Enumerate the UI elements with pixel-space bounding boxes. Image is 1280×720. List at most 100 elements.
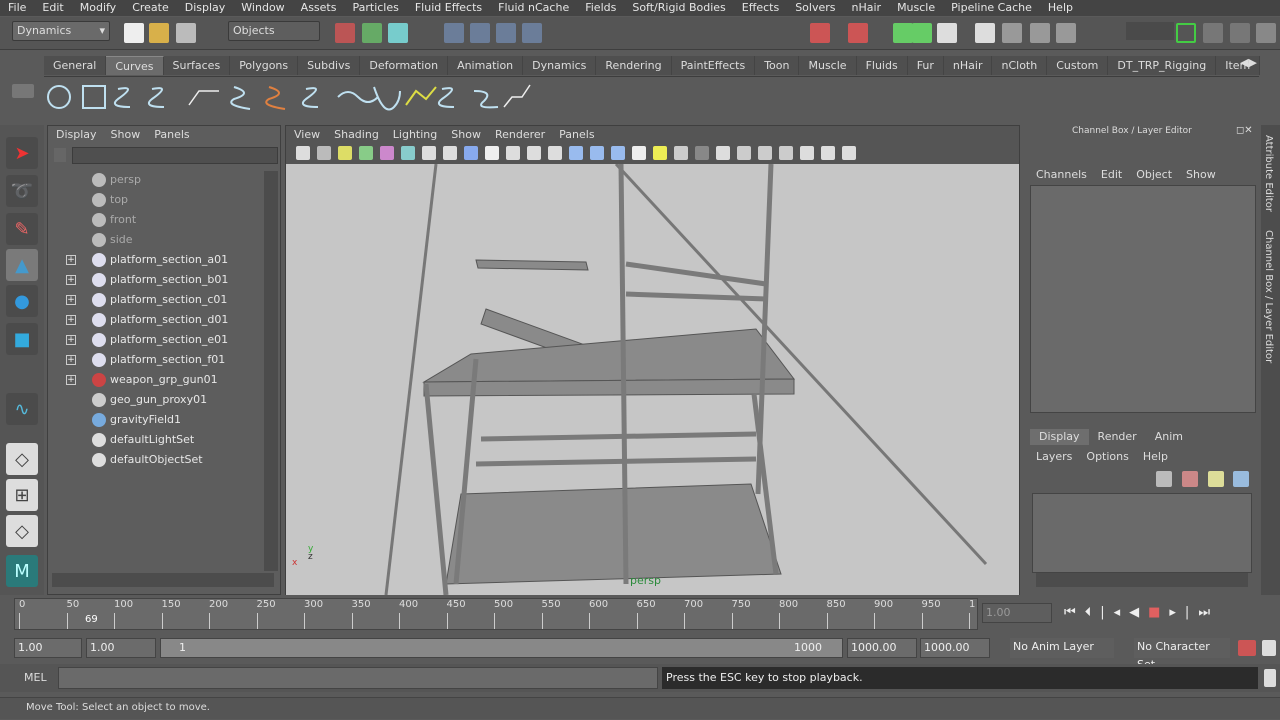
menu-options[interactable]: Options xyxy=(1086,448,1128,466)
curve-tools-icons[interactable] xyxy=(44,77,544,117)
menu-edit[interactable]: Edit xyxy=(34,0,71,16)
new-scene-icon[interactable] xyxy=(124,23,144,43)
menu-set-dropdown[interactable]: Dynamics ▾ xyxy=(12,21,110,41)
viewport-tool-icon[interactable] xyxy=(716,146,730,160)
viewport-tool-icon[interactable] xyxy=(569,146,583,160)
outliner-horizontal-scrollbar[interactable] xyxy=(52,573,274,587)
outliner-item[interactable]: + platform_section_e01 xyxy=(48,330,263,350)
tool-settings-icon[interactable] xyxy=(1230,23,1250,43)
snap-surface-icon[interactable] xyxy=(522,23,542,43)
magnet-icon[interactable] xyxy=(848,23,868,43)
outliner-item[interactable]: defaultLightSet xyxy=(48,430,263,450)
menu-help[interactable]: Help xyxy=(1143,448,1168,466)
viewport-tool-icon[interactable] xyxy=(296,146,310,160)
menu-object[interactable]: Object xyxy=(1136,166,1172,184)
last-tool-icon[interactable]: ∿ xyxy=(6,393,38,425)
range-slider[interactable]: 1 1000 xyxy=(160,638,843,658)
shelf-tab-muscle[interactable]: Muscle xyxy=(799,56,857,75)
selection-mode-field[interactable]: Objects xyxy=(228,21,320,41)
shelf-menu-icon[interactable] xyxy=(12,84,34,98)
viewport-tool-icon[interactable] xyxy=(695,146,709,160)
save-scene-icon[interactable] xyxy=(176,23,196,43)
paint-select-tool-icon[interactable]: ✎ xyxy=(6,213,38,245)
viewport-tool-icon[interactable] xyxy=(317,146,331,160)
outliner-item[interactable]: top xyxy=(48,190,263,210)
shelf-tab-fluids[interactable]: Fluids xyxy=(857,56,908,75)
select-hierarchy-icon[interactable] xyxy=(335,23,355,43)
menu-muscle[interactable]: Muscle xyxy=(889,0,943,16)
menu-particles[interactable]: Particles xyxy=(344,0,406,16)
expand-icon[interactable]: + xyxy=(66,295,76,305)
outliner-item[interactable]: geo_gun_proxy01 xyxy=(48,390,263,410)
viewport-tool-icon[interactable] xyxy=(506,146,520,160)
magnet-icon[interactable] xyxy=(810,23,830,43)
viewport-tool-icon[interactable] xyxy=(464,146,478,160)
outliner-item[interactable]: + platform_section_c01 xyxy=(48,290,263,310)
menu-shading[interactable]: Shading xyxy=(334,126,379,144)
attribute-editor-tab[interactable]: Attribute Editor xyxy=(1263,135,1274,212)
command-language-label[interactable]: MEL xyxy=(24,671,47,684)
viewport-tool-icon[interactable] xyxy=(359,146,373,160)
shelf-scroll-icon[interactable]: ◀▶ xyxy=(1240,56,1257,69)
viewport-tool-icon[interactable] xyxy=(758,146,772,160)
menu-effects[interactable]: Effects xyxy=(734,0,787,16)
shelf-tab-surfaces[interactable]: Surfaces xyxy=(164,56,231,75)
new-layer-selected-icon[interactable] xyxy=(1182,471,1198,487)
shelf-tab-toon[interactable]: Toon xyxy=(755,56,800,75)
menu-modify[interactable]: Modify xyxy=(72,0,124,16)
menu-pipeline-cache[interactable]: Pipeline Cache xyxy=(943,0,1040,16)
menu-layers[interactable]: Layers xyxy=(1036,448,1072,466)
playback-start-field[interactable]: 1.00 xyxy=(86,638,156,658)
select-tool-icon[interactable]: ➤ xyxy=(6,137,38,169)
command-input[interactable] xyxy=(58,667,658,689)
menu-panels[interactable]: Panels xyxy=(559,126,594,144)
render-icon[interactable] xyxy=(1002,23,1022,43)
layer-editor-scrollbar[interactable] xyxy=(1036,573,1248,587)
playback-end-field[interactable]: 1000.00 xyxy=(847,638,917,658)
snap-curve-icon[interactable] xyxy=(470,23,490,43)
menu-fluid-effects[interactable]: Fluid Effects xyxy=(407,0,490,16)
expand-icon[interactable]: + xyxy=(66,355,76,365)
shelf-tab-polygons[interactable]: Polygons xyxy=(230,56,299,75)
ipr-render-icon[interactable] xyxy=(1030,23,1050,43)
layer-tab-render[interactable]: Render xyxy=(1089,429,1146,445)
rotate-tool-icon[interactable]: ● xyxy=(6,285,38,317)
menu-nhair[interactable]: nHair xyxy=(844,0,890,16)
expand-icon[interactable]: + xyxy=(66,335,76,345)
channel-box-tab[interactable]: Channel Box / Layer Editor xyxy=(1263,230,1274,363)
viewport-tool-icon[interactable] xyxy=(485,146,499,160)
menu-panels[interactable]: Panels xyxy=(154,126,189,144)
shelf-tab-general[interactable]: General xyxy=(44,56,107,75)
menu-show[interactable]: Show xyxy=(111,126,141,144)
viewport-tool-icon[interactable] xyxy=(527,146,541,160)
start-time-field[interactable]: 1.00 xyxy=(14,638,82,658)
lasso-tool-icon[interactable]: ➰ xyxy=(6,175,38,207)
menu-show[interactable]: Show xyxy=(451,126,481,144)
outliner-item[interactable]: + weapon_grp_gun01 xyxy=(48,370,263,390)
layer-tab-display[interactable]: Display xyxy=(1030,429,1089,445)
open-scene-icon[interactable] xyxy=(149,23,169,43)
character-set-dropdown[interactable]: No Character Set xyxy=(1134,638,1230,671)
viewport-tool-icon[interactable] xyxy=(590,146,604,160)
outliner-item[interactable]: + platform_section_d01 xyxy=(48,310,263,330)
end-time-field[interactable]: 1000.00 xyxy=(920,638,990,658)
shelf-tab-curves[interactable]: Curves xyxy=(106,56,164,75)
quick-select-input[interactable] xyxy=(1126,22,1174,40)
playback-buttons[interactable]: ⏮⏴|◂◀■▸|⏭ xyxy=(1064,605,1219,620)
viewport-tool-icon[interactable] xyxy=(821,146,835,160)
select-component-icon[interactable] xyxy=(388,23,408,43)
outliner-item[interactable]: gravityField1 xyxy=(48,410,263,430)
menu-file[interactable]: File xyxy=(0,0,34,16)
menu-fields[interactable]: Fields xyxy=(577,0,624,16)
menu-soft-rigid-bodies[interactable]: Soft/Rigid Bodies xyxy=(624,0,733,16)
outliner-item[interactable]: persp xyxy=(48,170,263,190)
persp-graph-layout-icon[interactable]: ◇ xyxy=(6,515,38,547)
shelf-tab-custom[interactable]: Custom xyxy=(1047,56,1109,75)
menu-solvers[interactable]: Solvers xyxy=(787,0,843,16)
outliner-item[interactable]: + platform_section_f01 xyxy=(48,350,263,370)
outliner-item[interactable]: front xyxy=(48,210,263,230)
close-icon[interactable]: ◻✕ xyxy=(1236,125,1253,136)
layer-move-up-icon[interactable] xyxy=(1208,471,1224,487)
shelf-tab-ncloth[interactable]: nCloth xyxy=(992,56,1048,75)
menu-view[interactable]: View xyxy=(294,126,320,144)
